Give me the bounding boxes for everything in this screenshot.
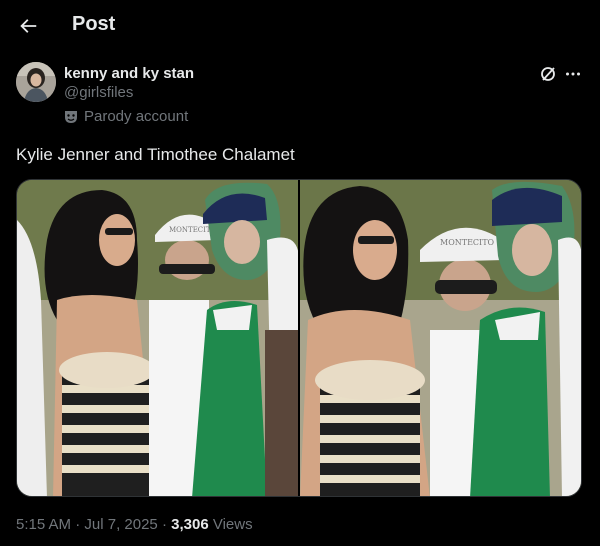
more-horizontal-icon [566,72,580,76]
views-label: Views [212,516,253,533]
photo-2-image: MONTECITO [300,180,581,496]
post-time[interactable]: 5:15 AM [16,516,71,533]
avatar-image [16,62,56,102]
photo-2-cap-text: MONTECITO [440,238,495,247]
post-media: MONTECITO MONTECITO [16,179,582,497]
back-button[interactable] [14,12,42,40]
post-meta: 5:15 AM · Jul 7, 2025 · 3,306 Views [16,516,253,533]
page-title: Post [72,13,116,35]
post-author: kenny and ky stan @girlsfiles Parody acc… [16,62,586,130]
user-handle[interactable]: @girlsfiles [64,84,133,101]
meta-separator: · [75,516,81,533]
theater-masks-icon [64,110,78,124]
post-photo-2[interactable]: MONTECITO [300,180,581,496]
grok-button[interactable] [538,64,558,84]
post-photo-1[interactable]: MONTECITO [17,180,298,496]
meta-separator: · [161,516,167,533]
arrow-left-icon [20,19,37,33]
grok-icon [541,67,555,81]
parody-label-text: Parody account [84,108,189,125]
post-date[interactable]: Jul 7, 2025 [84,516,157,533]
post-text: Kylie Jenner and Timothee Chalamet [16,145,295,164]
top-bar: Post [0,0,600,52]
photo-1-image: MONTECITO [17,180,298,496]
views-count: 3,306 [171,516,209,533]
more-button[interactable] [563,64,583,84]
display-name[interactable]: kenny and ky stan [64,65,194,82]
parody-label: Parody account [64,108,188,125]
avatar[interactable] [16,62,56,102]
